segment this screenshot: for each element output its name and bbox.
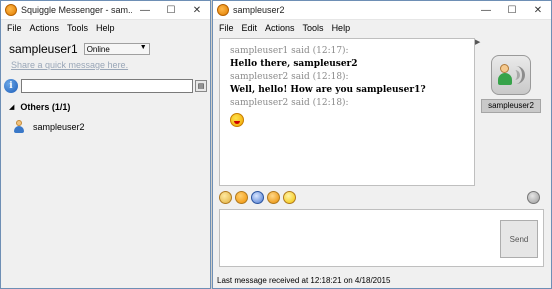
search-row: i ▤ [4,78,209,94]
contact-list-item[interactable]: sampleuser2 [13,120,85,134]
user-icon [13,120,25,134]
menu-file[interactable]: File [215,23,238,33]
app-icon [5,4,17,16]
app-icon [217,4,229,16]
status-bar: Last message received at 12:18:21 on 4/1… [217,276,391,285]
contact-group-header[interactable]: ◢ Others (1/1) [9,102,70,112]
chevron-down-icon: ▼ [139,44,147,51]
menu-tools[interactable]: Tools [63,23,92,33]
message-text: Well, hello! How are you sampleuser1? [230,85,426,95]
contact-name: sampleuser2 [33,122,85,132]
emoticon-icon [230,113,244,127]
face-icon[interactable] [283,190,296,204]
menu-file[interactable]: File [3,23,26,33]
message-text: Hello there, sampleuser2 [230,59,358,69]
title-bar: Squiggle Messenger - sam... — ☐ ✕ [1,1,210,20]
settings-icon[interactable] [527,190,540,204]
contact-list-window: Squiggle Messenger - sam... — ☐ ✕ File A… [0,0,211,289]
close-button[interactable]: ✕ [184,1,210,20]
file-icon[interactable] [251,190,264,204]
menu-bar: File Actions Tools Help [1,20,210,36]
send-button[interactable]: Send [500,220,538,258]
info-icon[interactable]: i [4,79,18,93]
menu-actions[interactable]: Actions [26,23,64,33]
chat-history[interactable]: sampleuser1 said (12:17): Hello there, s… [219,38,475,186]
message-sender: sampleuser2 said (12:18): [230,98,349,108]
maximize-button[interactable]: ☐ [158,1,184,20]
avatar-label: sampleuser2 [481,99,541,113]
menu-help[interactable]: Help [328,23,355,33]
search-input[interactable] [21,79,193,93]
emoticon-icon[interactable] [219,190,232,204]
menu-tools[interactable]: Tools [299,23,328,33]
close-button[interactable]: ✕ [525,1,551,20]
wink-icon[interactable] [267,190,280,204]
menu-help[interactable]: Help [92,23,119,33]
message-sender: sampleuser2 said (12:18): [230,72,349,82]
username[interactable]: sampleuser1 [9,42,78,56]
user-status-row: sampleuser1 Online ▼ [9,42,150,56]
chat-toolbar [219,189,543,205]
status-dropdown[interactable]: Online ▼ [83,43,150,55]
quick-message-link[interactable]: Share a quick message here. [11,60,128,70]
minimize-button[interactable]: — [473,1,499,20]
menu-actions[interactable]: Actions [261,23,299,33]
message-input[interactable] [219,209,544,267]
avatar [491,55,531,95]
group-label: Others (1/1) [20,102,71,112]
chat-window: sampleuser2 — ☐ ✕ File Edit Actions Tool… [212,0,552,289]
title-bar: sampleuser2 — ☐ ✕ [213,1,551,20]
nudge-icon[interactable] [235,190,248,204]
message-sender: sampleuser1 said (12:17): [230,46,349,56]
menu-bar: File Edit Actions Tools Help [213,20,551,36]
window-title: Squiggle Messenger - sam... [21,5,132,15]
expand-arrow-icon[interactable]: ▶ [475,38,480,46]
menu-edit[interactable]: Edit [238,23,262,33]
minimize-button[interactable]: — [132,1,158,20]
status-value: Online [86,44,110,54]
window-title: sampleuser2 [233,5,285,15]
search-options-icon[interactable]: ▤ [195,80,207,92]
collapse-triangle-icon[interactable]: ◢ [9,103,14,111]
maximize-button[interactable]: ☐ [499,1,525,20]
